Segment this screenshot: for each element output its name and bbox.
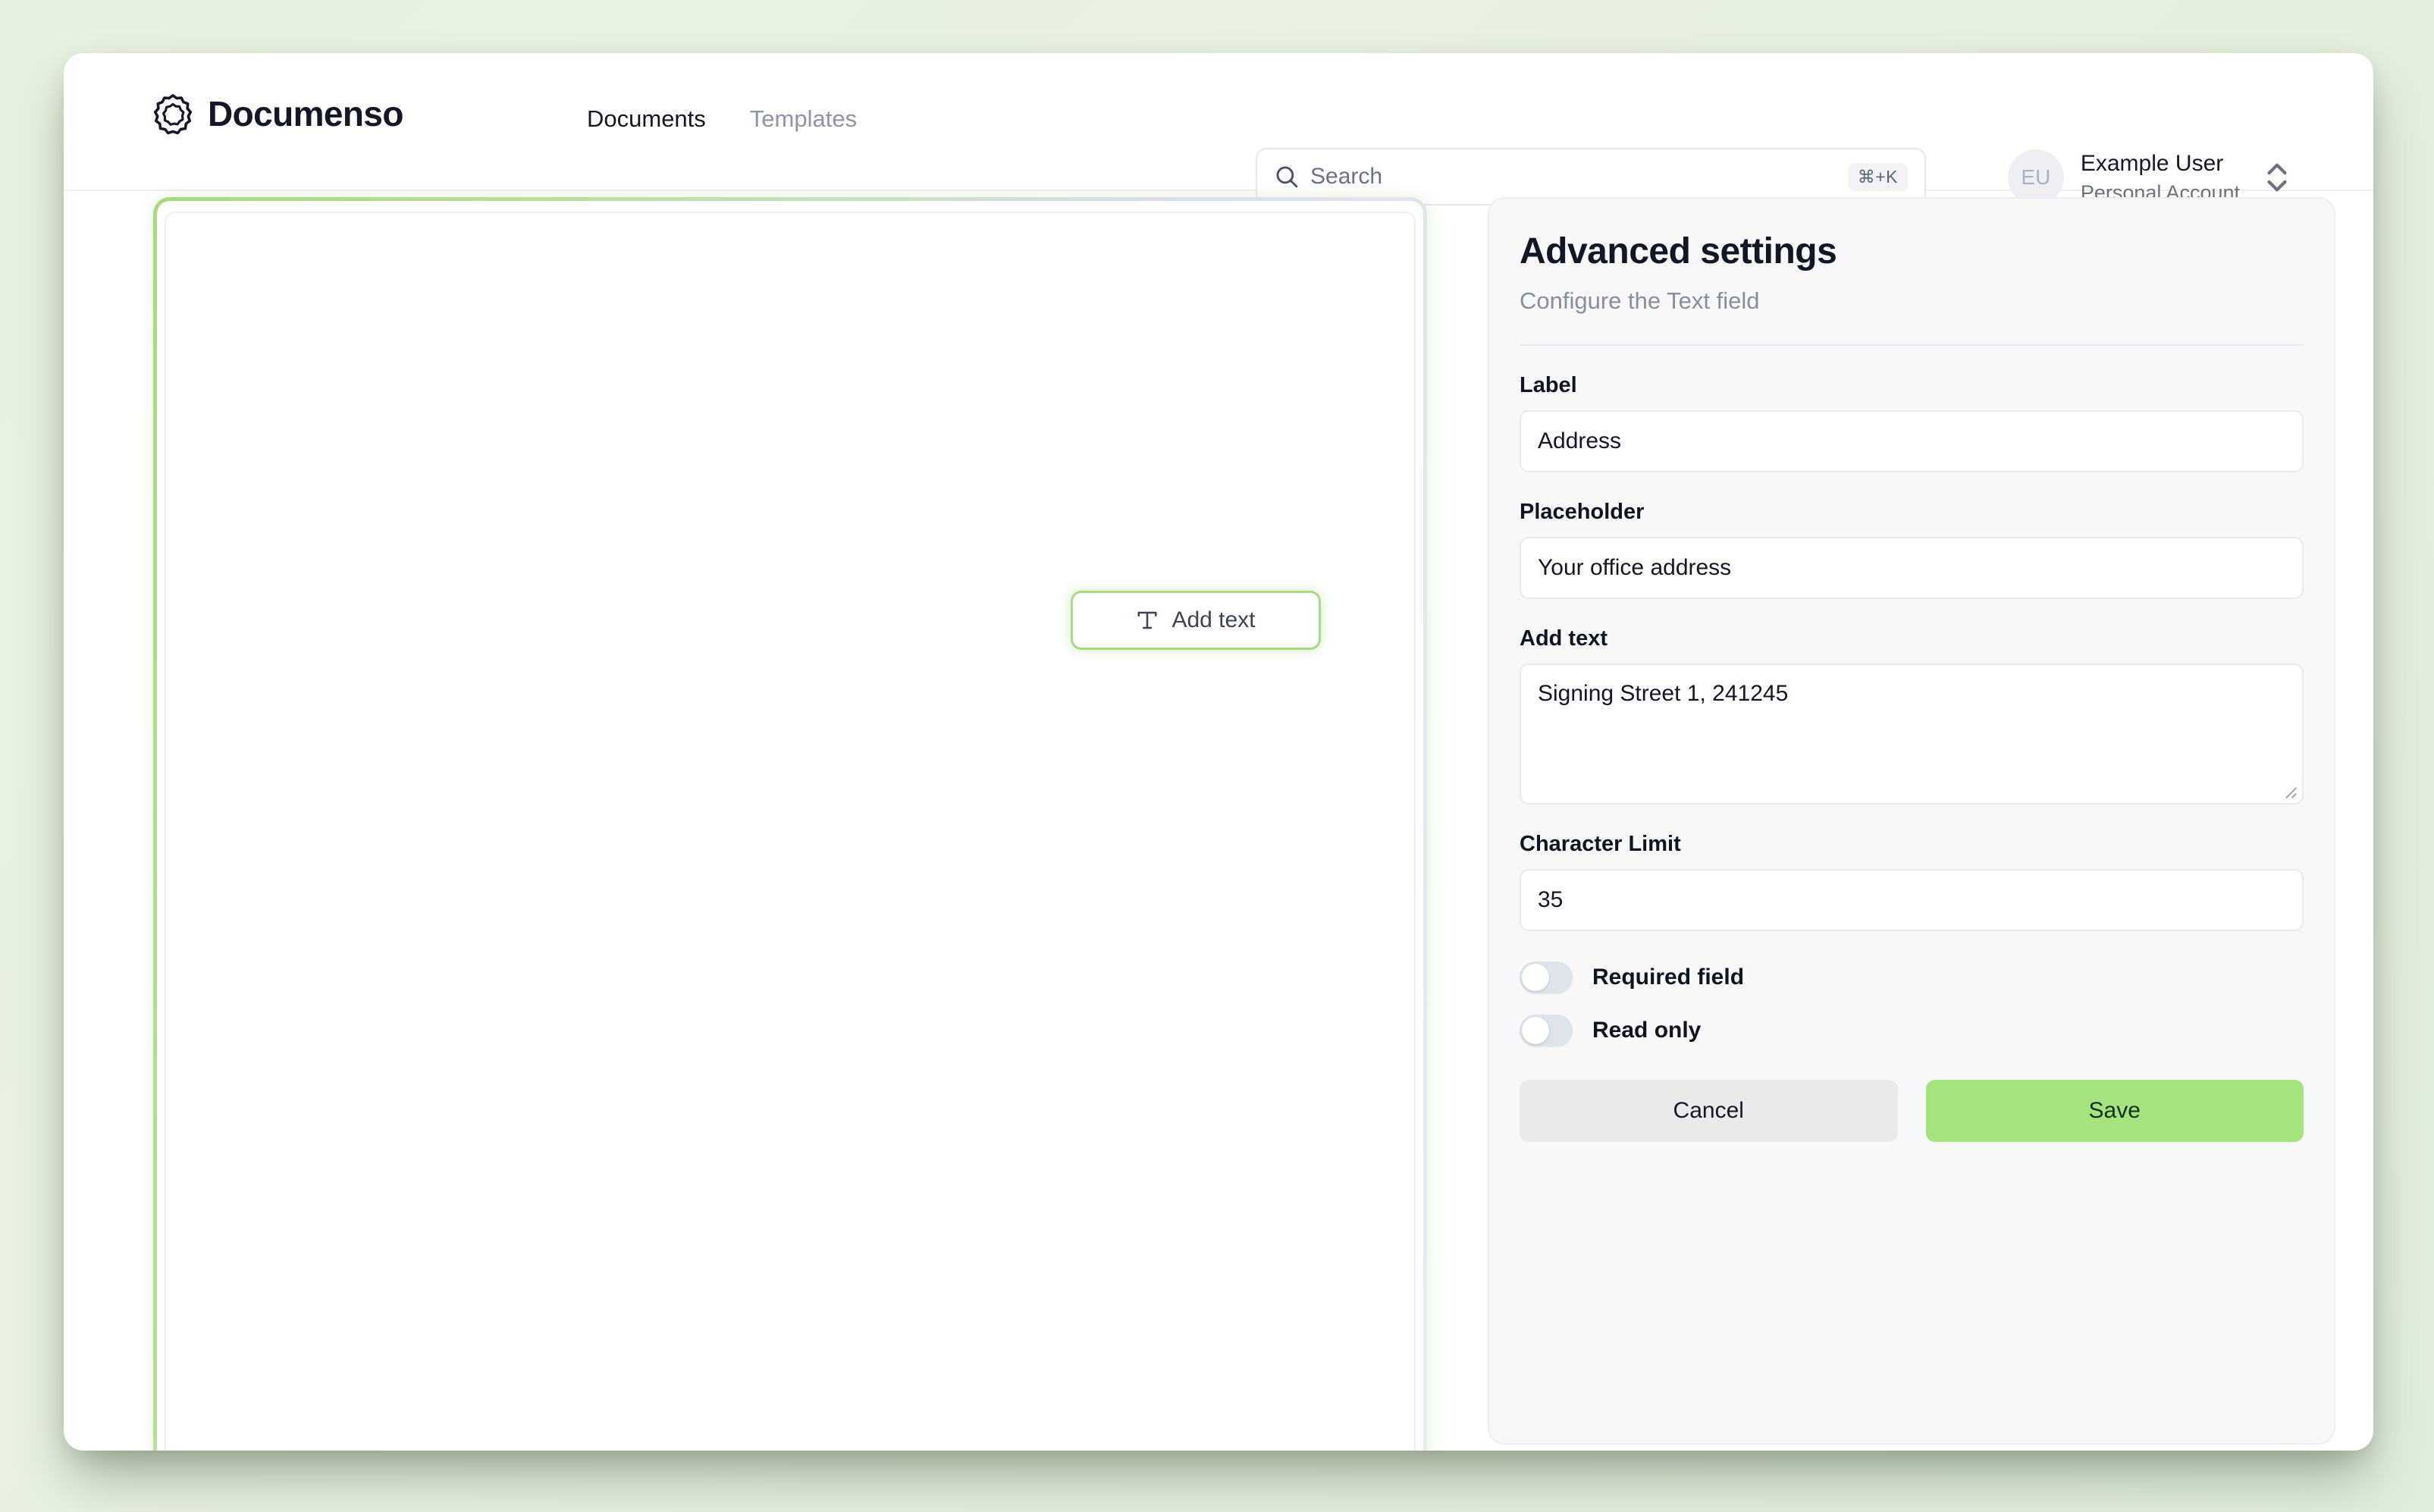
save-button[interactable]: Save bbox=[1925, 1080, 2304, 1142]
read-only-toggle[interactable] bbox=[1520, 1015, 1573, 1046]
search-shortcut-badge: ⌘+K bbox=[1847, 162, 1908, 191]
brand-name: Documenso bbox=[208, 94, 403, 133]
text-field-chip[interactable]: Add text bbox=[1071, 591, 1321, 650]
required-field-row[interactable]: Required field bbox=[1520, 961, 2304, 993]
cancel-button[interactable]: Cancel bbox=[1520, 1080, 1898, 1142]
chevron-up-down-icon bbox=[2267, 163, 2287, 192]
app-body: Add text Advanced settings Configure the… bbox=[64, 191, 2373, 1451]
advanced-settings-panel: Advanced settings Configure the Text fie… bbox=[1488, 197, 2335, 1445]
placeholder-input[interactable]: Your office address bbox=[1520, 537, 2304, 599]
document-editor-frame: Add text bbox=[153, 197, 1427, 1451]
panel-divider bbox=[1520, 344, 2304, 346]
app-window: Documenso Documents Templates Search ⌘+K… bbox=[64, 53, 2373, 1451]
label-input[interactable]: Address bbox=[1520, 410, 2304, 472]
read-only-label: Read only bbox=[1592, 1018, 1702, 1043]
add-text-value: Signing Street 1, 241245 bbox=[1538, 681, 1789, 706]
documenso-rosette-logo-icon bbox=[153, 94, 193, 135]
nav-item-documents[interactable]: Documents bbox=[587, 104, 706, 134]
label-field-label: Label bbox=[1520, 373, 1577, 397]
nav-item-templates[interactable]: Templates bbox=[750, 104, 857, 134]
label-field-group: Label Address bbox=[1520, 373, 2304, 472]
main-nav: Documents Templates bbox=[587, 104, 857, 134]
brand[interactable]: Documenso bbox=[152, 93, 403, 135]
character-limit-input[interactable]: 35 bbox=[1520, 869, 2304, 931]
user-name: Example User bbox=[2080, 151, 2224, 176]
panel-actions: Cancel Save bbox=[1520, 1080, 2304, 1142]
page-title: Advanced settings bbox=[1520, 231, 1837, 271]
read-only-row[interactable]: Read only bbox=[1520, 1015, 2304, 1046]
character-limit-label: Character Limit bbox=[1520, 832, 1681, 856]
character-limit-field-group: Character Limit 35 bbox=[1520, 832, 2304, 931]
add-text-field-group: Add text Signing Street 1, 241245 bbox=[1520, 626, 2304, 805]
toggle-knob bbox=[1522, 1017, 1549, 1044]
resize-handle-icon[interactable] bbox=[2282, 784, 2298, 799]
search-icon bbox=[1276, 166, 1298, 188]
required-field-label: Required field bbox=[1592, 965, 1745, 990]
document-page[interactable]: Add text bbox=[165, 212, 1416, 1451]
toggle-knob bbox=[1522, 964, 1549, 991]
search-placeholder: Search bbox=[1310, 164, 1383, 189]
text-field-icon bbox=[1137, 611, 1157, 629]
add-text-field-label: Add text bbox=[1520, 626, 1608, 651]
add-text-textarea[interactable]: Signing Street 1, 241245 bbox=[1520, 663, 2304, 805]
panel-subtitle: Configure the Text field bbox=[1520, 287, 1760, 314]
text-field-chip-label: Add text bbox=[1172, 607, 1256, 632]
placeholder-field-group: Placeholder Your office address bbox=[1520, 500, 2304, 599]
required-field-toggle[interactable] bbox=[1520, 961, 1573, 993]
app-header: Documenso Documents Templates Search ⌘+K… bbox=[64, 53, 2373, 206]
placeholder-field-label: Placeholder bbox=[1520, 500, 1645, 524]
